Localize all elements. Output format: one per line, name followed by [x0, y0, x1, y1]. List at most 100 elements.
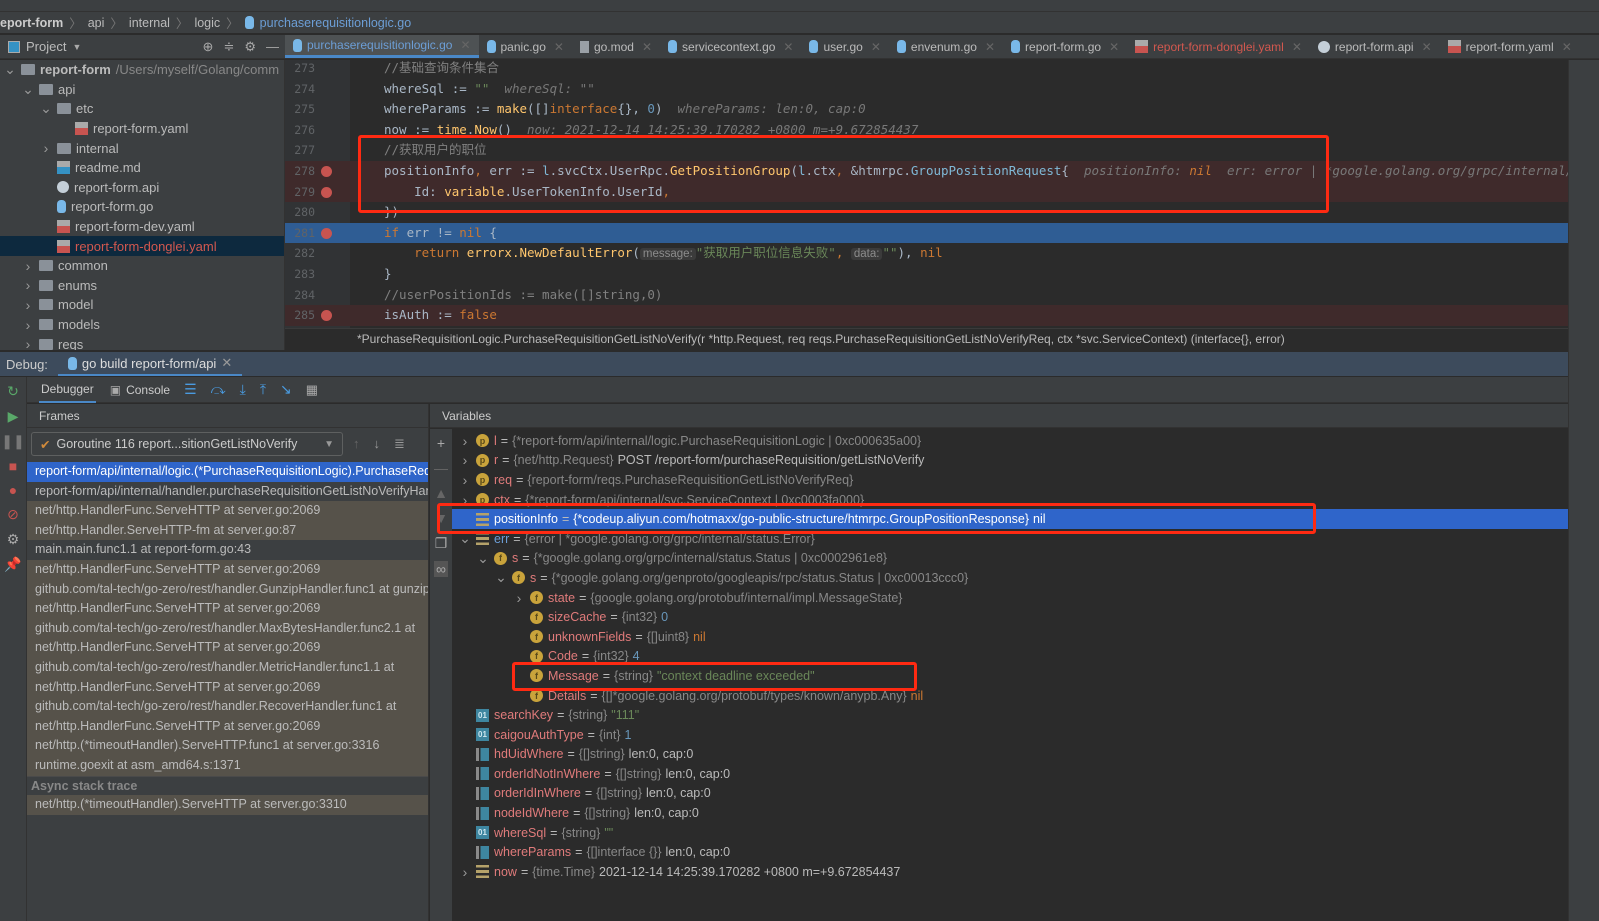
project-view-dropdown[interactable]: Project — [26, 39, 66, 54]
glasses-icon[interactable]: ∞ — [434, 561, 448, 577]
tab-servicecontext-go[interactable]: servicecontext.go ✕ — [660, 35, 801, 58]
stack-frame[interactable]: github.com/tal-tech/go-zero/rest/handler… — [27, 618, 428, 639]
code-line[interactable]: 275 whereParams := make([]interface{}, 0)… — [285, 99, 1568, 120]
line-number[interactable]: 276 — [287, 120, 315, 141]
tab-report-form-yaml[interactable]: report-form.yaml ✕ — [1440, 35, 1580, 58]
variable-row[interactable]: 01 searchKey = {string} "111" — [452, 705, 1568, 725]
chevron-right-icon[interactable]: › — [458, 472, 472, 488]
view-breakpoints-icon[interactable]: ● — [9, 482, 17, 498]
tree-item[interactable]: › common — [0, 256, 284, 276]
tree-item[interactable]: › model — [0, 295, 284, 315]
step-into-icon[interactable]: ⤓ — [240, 381, 246, 398]
goroutine-dropdown[interactable]: ✔ Goroutine 116 report...sitionGetListNoV… — [31, 432, 343, 456]
step-out-icon[interactable]: ⤒ — [260, 381, 266, 398]
line-number[interactable]: 277 — [287, 140, 315, 161]
chevron-down-icon[interactable]: ⌄ — [40, 100, 52, 117]
chevron-right-icon[interactable]: › — [458, 433, 472, 449]
close-icon[interactable]: ✕ — [221, 355, 232, 371]
stack-frame[interactable]: net/http.HandlerFunc.ServeHTTP at server… — [27, 716, 428, 737]
mute-breakpoints-icon[interactable]: ⊘ — [7, 506, 19, 523]
code-line[interactable]: 283} — [285, 264, 1568, 285]
rerun-icon[interactable]: ↻ — [7, 383, 19, 400]
variable-row[interactable]: › f state = {google.golang.org/protobuf/inte… — [452, 588, 1568, 608]
breadcrumb-item[interactable]: api — [88, 16, 105, 30]
tree-item[interactable]: report-form.yaml — [0, 119, 284, 139]
variable-row[interactable]: ⌄ f s = {*google.golang.org/grpc/internal/st… — [452, 549, 1568, 569]
chevron-right-icon[interactable]: › — [22, 317, 34, 333]
step-over-icon[interactable]: ⤼ — [211, 381, 226, 398]
stack-frame[interactable]: net/http.(*timeoutHandler).ServeHTTP at … — [27, 795, 428, 815]
chevron-down-icon[interactable]: ⌄ — [458, 530, 472, 547]
variable-row[interactable]: f Message = {string} "context deadline excee… — [452, 666, 1568, 686]
breadcrumb-item[interactable]: eport-form — [0, 16, 63, 30]
line-number[interactable]: 284 — [287, 285, 315, 306]
tree-item[interactable]: report-form-donglei.yaml — [0, 236, 284, 256]
tab-report-form-go[interactable]: report-form.go ✕ — [1003, 35, 1127, 58]
tab-console[interactable]: ▣ Console — [110, 377, 170, 403]
close-icon[interactable]: ✕ — [554, 40, 564, 54]
tree-item[interactable]: report-form.api — [0, 178, 284, 198]
close-icon[interactable]: ✕ — [1292, 40, 1302, 54]
chevron-right-icon[interactable]: › — [40, 140, 52, 156]
close-icon[interactable]: ✕ — [985, 40, 995, 54]
copy-icon[interactable]: ❐ — [435, 535, 448, 552]
tab-purchaserequisitionlogic-go[interactable]: purchaserequisitionlogic.go ✕ — [285, 35, 479, 58]
collapse-icon[interactable]: ≑ — [223, 39, 234, 55]
variable-row[interactable]: › p ctx = {*report-form/api/internal/svc.Ser… — [452, 490, 1568, 510]
line-number[interactable]: 279 — [287, 182, 315, 203]
evaluate-expression-icon[interactable]: ▦ — [306, 382, 318, 398]
arrow-up-icon[interactable]: ↑ — [353, 436, 360, 452]
stack-frame[interactable]: main.main.func1.1 at report-form.go:43 — [27, 540, 428, 560]
line-number[interactable]: 281 — [287, 223, 315, 244]
breakpoint-icon[interactable] — [321, 310, 332, 322]
variable-row[interactable]: 01 whereSql = {string} "" — [452, 823, 1568, 843]
chevron-right-icon[interactable]: › — [22, 336, 34, 350]
stack-frame[interactable]: net/http.HandlerFunc.ServeHTTP at server… — [27, 501, 428, 521]
tree-item[interactable]: report-form-dev.yaml — [0, 217, 284, 237]
tab-report-form-donglei-yaml[interactable]: report-form-donglei.yaml ✕ — [1127, 35, 1310, 58]
debug-session-tab[interactable]: go build report-form/api ✕ — [57, 352, 243, 376]
chevron-right-icon[interactable]: › — [22, 258, 34, 274]
code-line[interactable]: 285 isAuth := false — [285, 305, 1568, 326]
chevron-right-icon[interactable]: › — [22, 297, 34, 313]
code-line[interactable]: 282 return errorx.NewDefaultError(messag… — [285, 243, 1568, 264]
chevron-down-icon[interactable]: ⌄ — [4, 61, 16, 78]
settings-icon[interactable]: ⚙ — [7, 531, 20, 548]
stack-frame[interactable]: report-form/api/internal/logic.(*Purchas… — [27, 462, 428, 482]
stack-frame[interactable]: net/http.HandlerFunc.ServeHTTP at server… — [27, 677, 428, 698]
close-icon[interactable]: ✕ — [1562, 40, 1572, 54]
locate-icon[interactable]: ⊕ — [203, 39, 214, 55]
stack-frame[interactable]: net/http.HandlerFunc.ServeHTTP at server… — [27, 599, 428, 619]
breakpoint-icon[interactable] — [321, 227, 332, 239]
breakpoint-icon[interactable] — [321, 166, 332, 177]
code-line[interactable]: 277 //获取用户的职位 — [285, 140, 1568, 161]
stack-frame[interactable]: net/http.HandlerFunc.ServeHTTP at server… — [27, 638, 428, 658]
code-editor[interactable]: 273 //基础查询条件集合 274 whereSql := "" whereSql:… — [285, 60, 1568, 328]
chevron-right-icon[interactable]: › — [458, 452, 472, 468]
stack-frame[interactable]: github.com/tal-tech/go-zero/rest/handler… — [27, 697, 428, 717]
line-number[interactable]: 278 — [287, 161, 315, 182]
chevron-down-icon[interactable]: ⌄ — [494, 569, 508, 586]
tree-item[interactable]: › enums — [0, 276, 284, 296]
code-line[interactable]: 276 now := time.Now() now: 2021-12-14 14:… — [285, 120, 1568, 141]
chevron-right-icon[interactable]: › — [512, 590, 526, 606]
minimize-icon[interactable]: — — [266, 39, 279, 55]
tree-item[interactable]: ⌄ api — [0, 80, 284, 100]
close-icon[interactable]: ✕ — [871, 40, 881, 54]
tree-item[interactable]: › reqs — [0, 334, 284, 350]
tab-debugger[interactable]: Debugger — [39, 377, 96, 403]
filter-icon[interactable]: ≣ — [394, 436, 405, 452]
chevron-right-icon[interactable]: › — [458, 492, 472, 508]
breadcrumb-current[interactable]: purchaserequisitionlogic.go — [260, 16, 411, 30]
tree-item[interactable]: › models — [0, 315, 284, 335]
variable-row[interactable]: f sizeCache = {int32} 0 — [452, 607, 1568, 627]
line-number[interactable]: 280 — [287, 202, 315, 223]
variable-row[interactable]: hdUidWhere = {[]string} len:0, cap:0 — [452, 745, 1568, 765]
variable-row[interactable]: f unknownFields = {[]uint8} nil — [452, 627, 1568, 647]
stack-frame[interactable]: net/http.Handler.ServeHTTP-fm at server.… — [27, 520, 428, 541]
stack-frame[interactable]: report-form/api/internal/handler.purchas… — [27, 482, 428, 502]
close-icon[interactable]: ✕ — [460, 38, 470, 52]
tree-item[interactable]: report-form.go — [0, 197, 284, 217]
resume-icon[interactable]: ▶ — [8, 408, 19, 425]
tab-envenum-go[interactable]: envenum.go ✕ — [889, 35, 1003, 58]
